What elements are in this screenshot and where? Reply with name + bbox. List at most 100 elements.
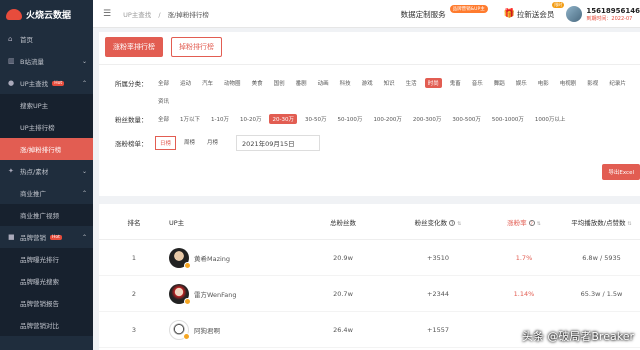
invite-link[interactable]: 拉新送会员 限时	[517, 1, 565, 20]
category-option[interactable]: 娱乐	[513, 78, 530, 88]
category-option[interactable]: 动物圈	[221, 78, 244, 88]
sidebar-item-brand-compare[interactable]: 品牌营销对比	[0, 314, 93, 336]
breadcrumb: UP主查找 / 涨/掉粉排行榜	[123, 10, 209, 19]
fans-filter: 粉丝数量： 全部 1万以下 1-10万 10-20万 20-30万 30-50万 50-10…	[115, 114, 640, 132]
category-option[interactable]: 运动	[177, 78, 194, 88]
chart-icon: ▥	[8, 56, 15, 65]
category-filter: 所属分类： 全部 运动 汽车 动物圈 美食 国创 番剧 动画 科技 游戏 知识 生活 时尚 鬼畜 音乐 舞蹈娱…	[115, 78, 640, 114]
period-option[interactable]: 周榜	[180, 136, 199, 150]
category-option[interactable]: 资讯	[155, 96, 172, 106]
user-info[interactable]: 15618956146 到期时间：2022-07	[586, 7, 640, 22]
help-icon: ?	[449, 219, 456, 226]
category-option[interactable]: 电影	[535, 78, 552, 88]
sidebar-item-brand-report[interactable]: 品牌营销报告	[0, 292, 93, 314]
breadcrumb-current: 涨/掉粉排行榜	[167, 10, 209, 19]
period-option[interactable]: 日榜	[155, 136, 177, 150]
chevron-down-icon: ⌄	[81, 57, 87, 65]
brand-icon: ■	[8, 232, 15, 241]
category-option[interactable]: 舞蹈	[491, 78, 508, 88]
category-label: 所属分类：	[115, 80, 148, 88]
sidebar-item-up-ranking[interactable]: UP主排行榜	[0, 116, 93, 138]
period-label: 涨粉榜单：	[115, 140, 148, 148]
date-picker[interactable]: 2021年09月15日	[236, 135, 321, 151]
sidebar-item-search-up[interactable]: 搜索UP主	[0, 94, 93, 116]
category-option[interactable]: 生活	[403, 78, 420, 88]
sidebar-item-hot-material[interactable]: ✦ 热点/素材 ⌄	[0, 160, 93, 182]
promo-badge: 品牌营销&UP主	[449, 5, 488, 13]
tab-fans-rise[interactable]: 涨粉率排行榜	[105, 37, 163, 57]
category-option[interactable]: 国创	[271, 78, 288, 88]
fans-range-option[interactable]: 1-10万	[208, 114, 232, 124]
fans-range-option[interactable]: 200-300万	[410, 114, 444, 124]
fans-range-option[interactable]: 300-500万	[449, 114, 483, 124]
chevron-down-icon: ⌄	[81, 167, 87, 175]
sidebar-item-brand[interactable]: ■ 品牌营销 Hot ⌃	[0, 226, 93, 248]
sidebar-item-up-search[interactable]: ● UP主查找 Hot ⌃	[0, 72, 93, 94]
category-option[interactable]: 音乐	[469, 78, 486, 88]
category-option[interactable]: 纪录片	[606, 78, 629, 88]
category-option[interactable]: 知识	[381, 78, 398, 88]
export-button[interactable]: 导出Excel	[602, 164, 640, 180]
fans-range-option[interactable]: 全部	[155, 114, 172, 124]
app-name: 火烧云数据	[26, 10, 72, 21]
fans-range-option[interactable]: 30-50万	[302, 114, 329, 124]
sidebar-item-traffic[interactable]: ▥ B站流量 ⌄	[0, 50, 93, 72]
category-option[interactable]: 美食	[249, 78, 266, 88]
up-name[interactable]: 雷方WenFang	[194, 289, 237, 299]
category-option[interactable]: 时尚	[424, 78, 442, 88]
sidebar-item-fans-ranking[interactable]: 涨/掉粉排行榜	[0, 138, 93, 160]
period-filter: 涨粉榜单： 日榜 周榜 月榜 2021年09月15日	[115, 135, 321, 151]
tab-fans-drop[interactable]: 掉粉排行榜	[171, 37, 222, 57]
up-name[interactable]: 阿狗君啊	[194, 325, 220, 335]
up-avatar[interactable]	[169, 247, 191, 269]
verified-icon	[183, 332, 190, 340]
category-option[interactable]: 影视	[584, 78, 601, 88]
up-name[interactable]: 黄希Mazing	[194, 253, 230, 263]
home-icon: ⌂	[8, 34, 13, 43]
help-icon: ?	[528, 219, 535, 226]
category-option[interactable]: 鬼畜	[447, 78, 464, 88]
period-option[interactable]: 月榜	[203, 136, 222, 150]
sidebar-item-brand-exposure-search[interactable]: 品牌曝光搜索	[0, 270, 93, 292]
user-phone: 15618956146	[586, 6, 640, 15]
category-option[interactable]: 汽车	[199, 78, 216, 88]
sidebar-item-business[interactable]: 商业推广 ⌃	[0, 182, 93, 204]
fans-range-option[interactable]: 1000万以上	[532, 114, 569, 124]
sidebar-item-home[interactable]: ⌂ 首页	[0, 28, 93, 50]
limited-badge: 限时	[552, 1, 565, 8]
custom-service-link[interactable]: 数据定制服务	[401, 9, 446, 20]
category-option[interactable]: 电视剧	[557, 78, 580, 88]
fans-range-option[interactable]: 1万以下	[177, 114, 203, 124]
fans-range-option[interactable]: 100-200万	[370, 114, 404, 124]
category-option[interactable]: 科技	[337, 78, 354, 88]
hot-badge: Hot	[52, 80, 65, 86]
chevron-up-icon: ⌃	[81, 189, 87, 197]
chevron-up-icon: ⌃	[81, 233, 87, 241]
expire-date: 到期时间：2022-07	[586, 15, 633, 22]
filter-card: 涨粉率排行榜 掉粉排行榜 所属分类： 全部 运动 汽车 动物圈 美食 国创 番剧 动画 科技 游戏…	[99, 32, 640, 196]
up-avatar[interactable]	[169, 319, 190, 340]
breadcrumb-item[interactable]: UP主查找	[123, 11, 151, 19]
table-row[interactable]: 1 黄希Mazing 20.9w +3510 1.7% 6.8w / 5935	[99, 240, 640, 276]
watermark: 头条 @破局者Breaker	[521, 330, 634, 343]
sidebar-item-brand-exposure-rank[interactable]: 品牌曝光排行	[0, 248, 93, 270]
category-option[interactable]: 全部	[155, 78, 172, 88]
fans-range-option[interactable]: 50-100万	[334, 114, 365, 124]
category-option[interactable]: 番剧	[293, 78, 310, 88]
fans-range-option[interactable]: 20-30万	[269, 114, 297, 124]
app-logo[interactable]: 火烧云数据	[0, 0, 93, 28]
up-avatar[interactable]	[169, 283, 191, 305]
category-option[interactable]: 动画	[315, 78, 332, 88]
hot-badge: Hot	[50, 234, 62, 240]
fans-range-option[interactable]: 500-1000万	[489, 114, 527, 124]
table-row[interactable]: 2 雷方WenFang 20.7w +2344 1.14% 65.3w / 1.…	[99, 276, 640, 312]
fans-range-option[interactable]: 10-20万	[237, 114, 264, 124]
sidebar: 火烧云数据 ⌂ 首页 ▥ B站流量 ⌄ ● UP主查找 Hot ⌃ 搜索UP主 …	[0, 0, 93, 350]
sort-icon: ⇅	[536, 220, 541, 227]
fire-icon: ✦	[8, 166, 14, 175]
category-option[interactable]: 游戏	[359, 78, 376, 88]
menu-icon[interactable]: ☰	[103, 9, 111, 19]
avatar[interactable]	[566, 6, 583, 22]
top-bar: ☰ UP主查找 / 涨/掉粉排行榜 数据定制服务 品牌营销&UP主 🎁 拉新送会…	[93, 0, 640, 28]
sidebar-item-business-video[interactable]: 商业推广视频	[0, 204, 93, 226]
